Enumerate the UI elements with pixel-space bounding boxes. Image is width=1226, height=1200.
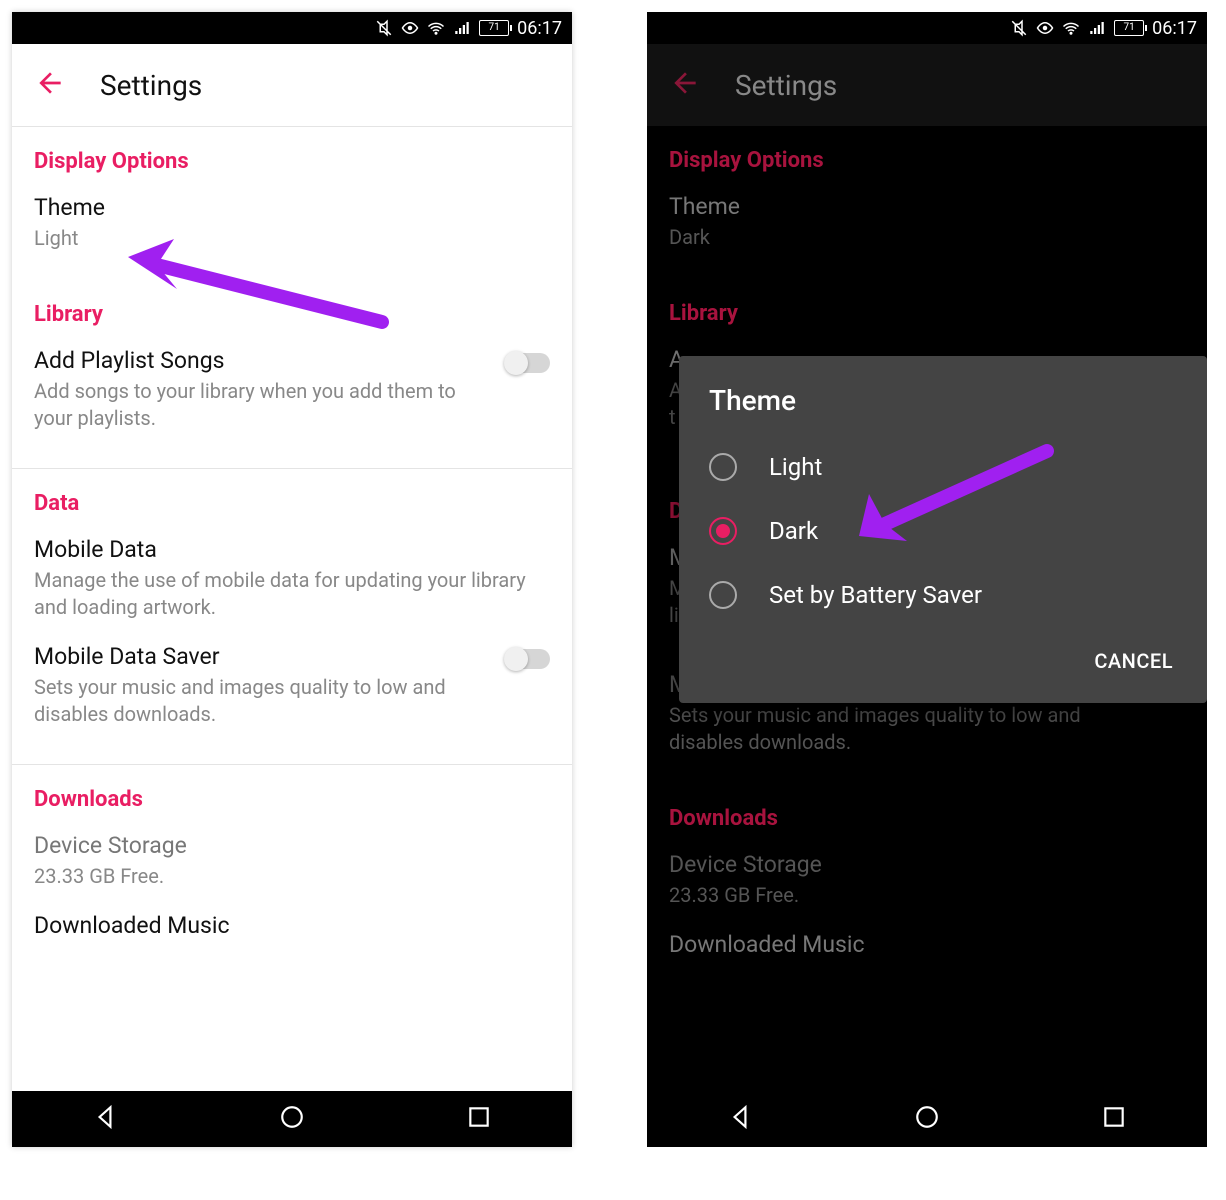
section-display-options: Display Options Theme Light [12, 127, 572, 280]
wifi-icon [1062, 19, 1080, 37]
toggle-data-saver[interactable] [506, 649, 550, 669]
section-title-library: Library [34, 302, 550, 327]
status-bar: 71 06:17 [647, 12, 1207, 44]
eye-icon [1036, 19, 1054, 37]
setting-theme[interactable]: Theme Light [34, 192, 550, 272]
back-button[interactable] [34, 67, 66, 103]
page-title: Settings [100, 69, 202, 102]
setting-mobile-data[interactable]: Mobile Data Manage the use of mobile dat… [34, 534, 550, 641]
radio-label-battery: Set by Battery Saver [769, 581, 982, 609]
setting-add-playlist-songs[interactable]: Add Playlist Songs Add songs to your lib… [34, 345, 550, 452]
page-title: Settings [735, 69, 837, 102]
battery-icon: 71 [1114, 20, 1144, 36]
signal-icon [453, 19, 471, 37]
radio-label-dark: Dark [769, 517, 818, 545]
theme-option-light[interactable]: Light [679, 435, 1207, 499]
nav-recent-button[interactable] [466, 1104, 492, 1134]
phone-screenshot-dark: 71 06:17 Settings Display Options Theme … [647, 12, 1207, 1147]
setting-downloaded-music-label: Downloaded Music [34, 912, 550, 939]
section-library: Library Add Playlist Songs Add songs to … [12, 280, 572, 460]
section-title-display: Display Options [34, 149, 550, 174]
setting-theme-value: Light [34, 225, 550, 252]
back-button[interactable] [669, 67, 701, 103]
dialog-scrim[interactable]: Theme Light Dark Set by Battery Saver CA… [647, 126, 1207, 1091]
settings-list: Display Options Theme Light Library Add … [12, 126, 572, 1091]
signal-icon [1088, 19, 1106, 37]
setting-storage-label: Device Storage [34, 832, 550, 859]
nav-home-button[interactable] [279, 1104, 305, 1134]
dialog-title: Theme [679, 384, 1207, 435]
app-header: Settings [647, 44, 1207, 126]
theme-dialog: Theme Light Dark Set by Battery Saver CA… [679, 356, 1207, 703]
setting-device-storage[interactable]: Device Storage 23.33 GB Free. [34, 830, 550, 910]
mute-icon [375, 19, 393, 37]
theme-option-dark[interactable]: Dark [679, 499, 1207, 563]
section-downloads: Downloads Device Storage 23.33 GB Free. … [12, 765, 572, 971]
radio-icon [709, 581, 737, 609]
settings-list-dark: Display Options Theme Dark Library A A t… [647, 126, 1207, 1091]
nav-back-button[interactable] [727, 1104, 753, 1134]
setting-mobile-data-sub: Manage the use of mobile data for updati… [34, 567, 550, 621]
section-title-downloads: Downloads [34, 787, 550, 812]
android-nav-bar [647, 1091, 1207, 1147]
status-bar: 71 06:17 [12, 12, 572, 44]
radio-label-light: Light [769, 453, 822, 481]
cancel-button[interactable]: CANCEL [1080, 639, 1187, 683]
eye-icon [401, 19, 419, 37]
section-title-data: Data [34, 491, 550, 516]
nav-back-button[interactable] [92, 1104, 118, 1134]
setting-saver-label: Mobile Data Saver [34, 643, 488, 670]
setting-downloaded-music[interactable]: Downloaded Music [34, 910, 550, 963]
setting-saver-sub: Sets your music and images quality to lo… [34, 674, 488, 728]
section-data: Data Mobile Data Manage the use of mobil… [12, 469, 572, 756]
mute-icon [1010, 19, 1028, 37]
phone-screenshot-light: 71 06:17 Settings Display Options Theme … [12, 12, 572, 1147]
radio-icon [709, 453, 737, 481]
toggle-add-playlist[interactable] [506, 353, 550, 373]
setting-theme-label: Theme [34, 194, 550, 221]
wifi-icon [427, 19, 445, 37]
android-nav-bar [12, 1091, 572, 1147]
setting-add-playlist-label: Add Playlist Songs [34, 347, 488, 374]
app-header: Settings [12, 44, 572, 126]
nav-recent-button[interactable] [1101, 1104, 1127, 1134]
setting-mobile-data-label: Mobile Data [34, 536, 550, 563]
setting-mobile-data-saver[interactable]: Mobile Data Saver Sets your music and im… [34, 641, 550, 748]
setting-add-playlist-sub: Add songs to your library when you add t… [34, 378, 488, 432]
status-time: 06:17 [1152, 18, 1197, 39]
nav-home-button[interactable] [914, 1104, 940, 1134]
theme-option-battery-saver[interactable]: Set by Battery Saver [679, 563, 1207, 627]
status-time: 06:17 [517, 18, 562, 39]
radio-icon-selected [709, 517, 737, 545]
setting-storage-value: 23.33 GB Free. [34, 863, 550, 890]
battery-icon: 71 [479, 20, 509, 36]
dialog-actions: CANCEL [679, 627, 1207, 695]
